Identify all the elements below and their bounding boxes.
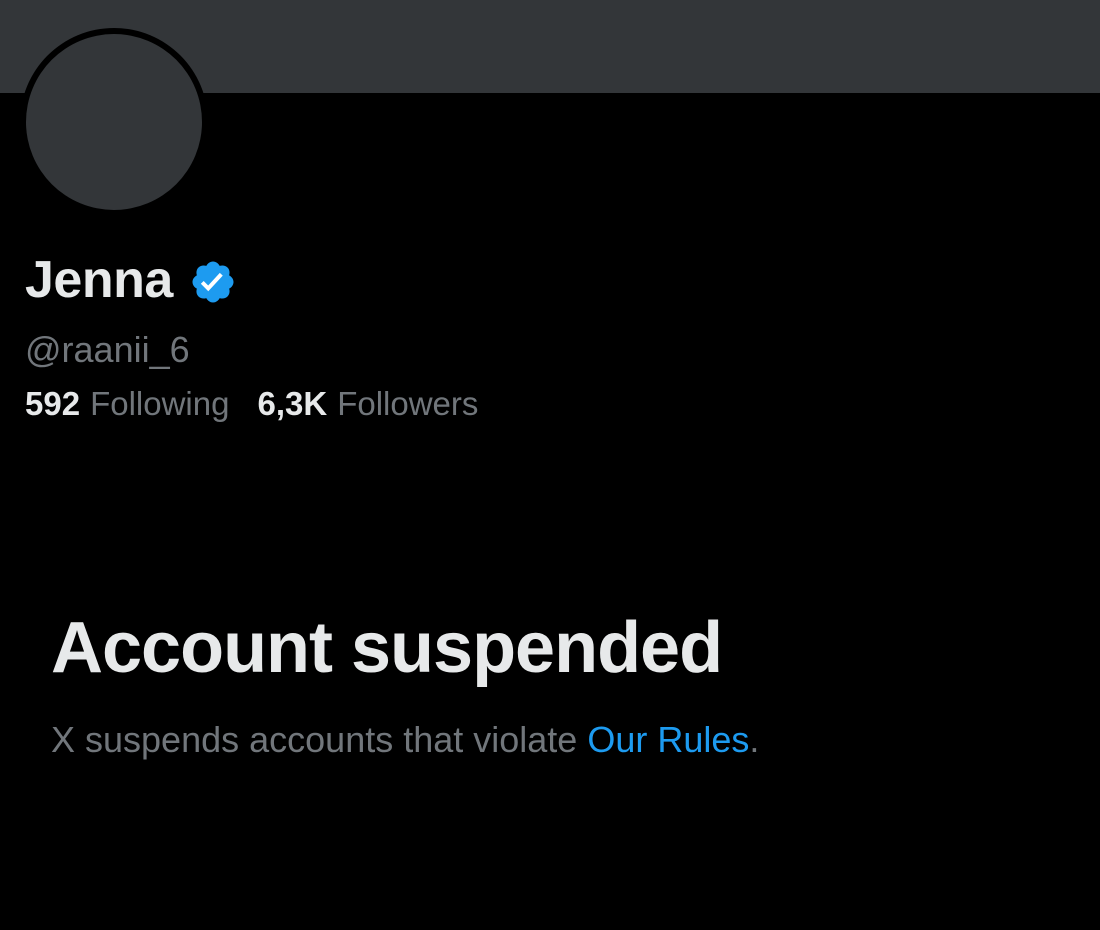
followers-link[interactable]: 6,3K Followers xyxy=(257,382,478,426)
suspension-message-trailing: . xyxy=(749,719,760,760)
followers-label: Followers xyxy=(337,385,479,422)
suspension-title: Account suspended xyxy=(51,608,723,688)
profile-name-row: Jenna xyxy=(25,248,237,312)
our-rules-link[interactable]: Our Rules xyxy=(587,719,749,760)
profile-stats: 592 Following 6,3K Followers xyxy=(25,382,506,426)
suspension-message: X suspends accounts that violate Our Rul… xyxy=(51,716,759,764)
avatar[interactable] xyxy=(20,28,208,216)
followers-count: 6,3K xyxy=(257,385,328,422)
avatar-placeholder xyxy=(26,34,202,210)
suspension-message-text: X suspends accounts that violate xyxy=(51,719,588,760)
display-name: Jenna xyxy=(25,251,173,309)
verified-badge-icon[interactable] xyxy=(189,258,237,306)
following-count: 592 xyxy=(25,385,81,422)
profile-handle: @raanii_6 xyxy=(25,329,190,370)
following-link[interactable]: 592 Following xyxy=(25,382,229,426)
following-label: Following xyxy=(90,385,230,422)
